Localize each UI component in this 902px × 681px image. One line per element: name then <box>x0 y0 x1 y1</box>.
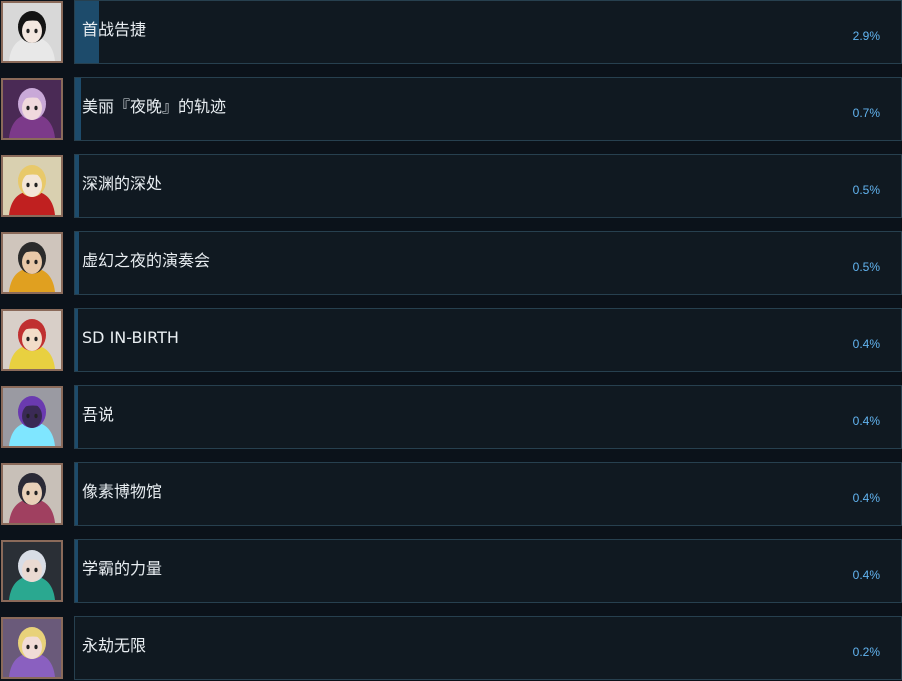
achievement-row[interactable]: 永劫无限 0.2% <box>0 616 902 680</box>
unlock-percentage: 0.4% <box>852 491 880 505</box>
purple-creature-portrait-icon <box>1 386 63 448</box>
unlock-rate-bar <box>75 78 81 140</box>
achievement-card[interactable]: 首战告捷 2.9% <box>74 0 902 64</box>
achievement-card[interactable]: 美丽『夜晚』的轨迹 0.7% <box>74 77 902 141</box>
purple-hat-girl-portrait-icon <box>1 78 63 140</box>
unlock-percentage: 0.5% <box>852 183 880 197</box>
achievement-row[interactable]: 首战告捷 2.9% <box>0 0 902 64</box>
dark-haired-girl-portrait-icon <box>1 1 63 63</box>
unlock-rate-bar <box>75 155 79 217</box>
unlock-rate-bar <box>75 540 78 602</box>
character-group-portrait-icon <box>1 232 63 294</box>
pixel-crowd-portrait-icon <box>1 463 63 525</box>
achievement-row[interactable]: 学霸的力量 0.4% <box>0 539 902 603</box>
unlock-percentage: 0.4% <box>852 337 880 351</box>
achievement-card[interactable]: SD IN-BIRTH 0.4% <box>74 308 902 372</box>
achievement-title: 吾说 <box>82 405 115 424</box>
achievement-list: 首战告捷 2.9% 美丽『夜晚』的轨迹 0.7% 深渊的深处 0.5% 虚幻之夜的演奏会 0.… <box>0 0 902 681</box>
unlock-percentage: 0.7% <box>852 106 880 120</box>
achievement-card[interactable]: 吾说 0.4% <box>74 385 902 449</box>
unlock-rate-bar <box>75 232 79 294</box>
chibi-characters-portrait-icon <box>1 309 63 371</box>
blonde-woman-portrait-icon <box>1 617 63 679</box>
achievement-title: 深渊的深处 <box>82 174 163 193</box>
achievement-title: 虚幻之夜的演奏会 <box>82 251 211 270</box>
achievement-card[interactable]: 虚幻之夜的演奏会 0.5% <box>74 231 902 295</box>
achievement-row[interactable]: 虚幻之夜的演奏会 0.5% <box>0 231 902 295</box>
achievement-row[interactable]: 深渊的深处 0.5% <box>0 154 902 218</box>
achievement-row[interactable]: 美丽『夜晚』的轨迹 0.7% <box>0 77 902 141</box>
unlock-rate-bar <box>75 386 78 448</box>
achievement-row[interactable]: 吾说 0.4% <box>0 385 902 449</box>
achievement-title: 美丽『夜晚』的轨迹 <box>82 97 227 116</box>
unlock-rate-bar <box>75 309 78 371</box>
achievement-row[interactable]: SD IN-BIRTH 0.4% <box>0 308 902 372</box>
unlock-percentage: 0.4% <box>852 568 880 582</box>
achievement-card[interactable]: 像素博物馆 0.4% <box>74 462 902 526</box>
achievement-title: 像素博物馆 <box>82 482 163 501</box>
unlock-percentage: 0.4% <box>852 414 880 428</box>
achievement-title: 首战告捷 <box>82 20 147 39</box>
achievement-card[interactable]: 永劫无限 0.2% <box>74 616 902 680</box>
achievement-card[interactable]: 学霸的力量 0.4% <box>74 539 902 603</box>
silver-haired-boy-portrait-icon <box>1 540 63 602</box>
unlock-rate-bar <box>75 463 78 525</box>
achievement-title: 学霸的力量 <box>82 559 163 578</box>
blonde-girl-portrait-icon <box>1 155 63 217</box>
achievement-title: 永劫无限 <box>82 636 147 655</box>
achievement-card[interactable]: 深渊的深处 0.5% <box>74 154 902 218</box>
unlock-percentage: 2.9% <box>852 29 880 43</box>
achievement-row[interactable]: 像素博物馆 0.4% <box>0 462 902 526</box>
achievement-title: SD IN-BIRTH <box>82 328 179 347</box>
unlock-percentage: 0.2% <box>852 645 880 659</box>
unlock-percentage: 0.5% <box>852 260 880 274</box>
